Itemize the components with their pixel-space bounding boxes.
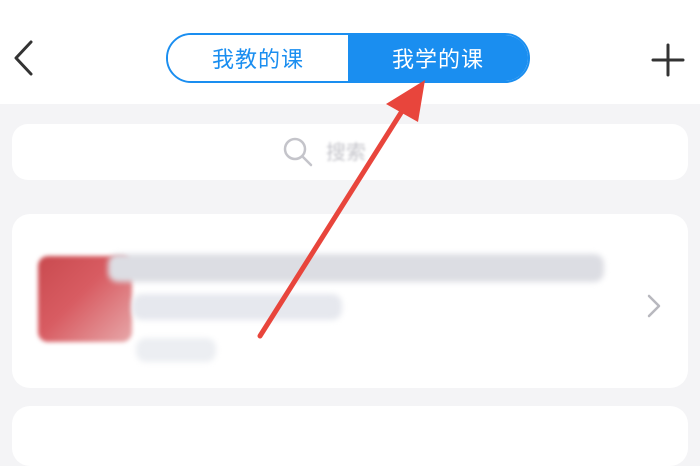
course-title — [108, 254, 604, 282]
search-input[interactable] — [324, 139, 418, 165]
top-bar: 我教的课 我学的课 — [0, 0, 700, 104]
search-icon — [283, 137, 313, 167]
course-card[interactable] — [12, 214, 688, 388]
course-meta — [136, 338, 216, 362]
course-subtitle — [132, 294, 342, 320]
chevron-right-icon — [647, 294, 661, 318]
course-tab-switcher: 我教的课 我学的课 — [166, 33, 530, 83]
back-button[interactable] — [4, 32, 44, 84]
tab-teaching-courses[interactable]: 我教的课 — [168, 35, 348, 81]
add-button[interactable] — [642, 34, 694, 86]
plus-icon — [651, 43, 685, 77]
course-card-next[interactable] — [12, 406, 688, 466]
tab-learning-courses[interactable]: 我学的课 — [348, 35, 528, 81]
chevron-left-icon — [14, 40, 33, 76]
search-bar[interactable] — [12, 124, 688, 180]
